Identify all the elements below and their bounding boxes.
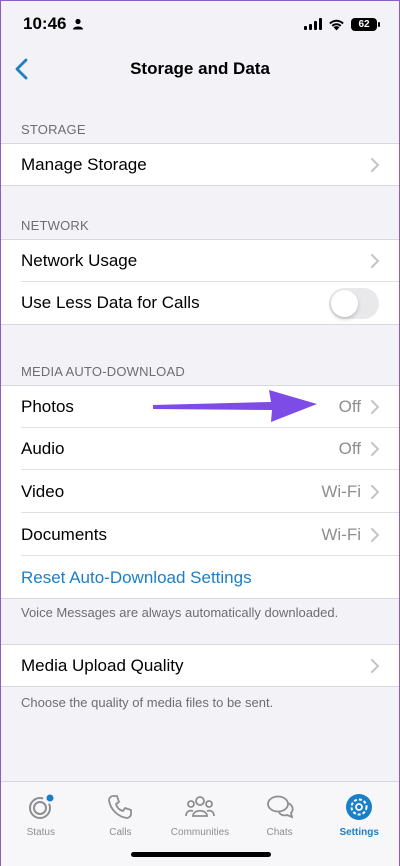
media-upload-quality-label: Media Upload Quality [21, 656, 184, 675]
reset-auto-download-button[interactable]: Reset Auto-Download Settings [1, 557, 399, 599]
audio-row[interactable]: Audio Off [1, 428, 399, 470]
chevron-right-icon [371, 659, 379, 673]
manage-storage-label: Manage Storage [21, 155, 147, 174]
photos-value: Off [338, 397, 361, 416]
use-less-data-toggle[interactable] [329, 287, 379, 319]
tab-status[interactable]: Status [2, 792, 80, 866]
network-usage-label: Network Usage [21, 251, 138, 270]
storage-group: Manage Storage [1, 143, 399, 186]
chevron-right-icon [371, 528, 379, 542]
chevron-right-icon [371, 158, 379, 172]
signal-icon [304, 18, 322, 30]
use-less-data-row: Use Less Data for Calls [1, 282, 399, 324]
network-group: Network Usage Use Less Data for Calls [1, 239, 399, 325]
upload-group: Media Upload Quality [1, 644, 399, 687]
manage-storage-row[interactable]: Manage Storage [1, 144, 399, 186]
status-bar: 10:46 62 [1, 1, 399, 47]
phone-icon [108, 795, 133, 819]
tab-status-label: Status [26, 827, 55, 838]
communities-icon [185, 796, 215, 817]
chevron-right-icon [371, 485, 379, 499]
tab-settings[interactable]: Settings [320, 792, 398, 866]
media-upload-quality-row[interactable]: Media Upload Quality [1, 645, 399, 687]
status-icon [28, 794, 54, 819]
voice-messages-footnote: Voice Messages are always automatically … [21, 605, 339, 620]
wifi-icon [329, 19, 344, 30]
status-left: 10:46 [23, 14, 84, 34]
tab-communities-label: Communities [170, 827, 230, 838]
gear-icon [346, 794, 373, 820]
chevron-right-icon [371, 400, 379, 414]
network-usage-row[interactable]: Network Usage [1, 240, 399, 282]
battery-level: 62 [358, 18, 370, 30]
chats-icon [266, 795, 294, 819]
toggle-knob [331, 289, 358, 317]
use-less-data-label: Use Less Data for Calls [21, 293, 200, 312]
tab-settings-label: Settings [339, 827, 379, 838]
network-header: NETWORK [21, 218, 89, 233]
video-label: Video [21, 482, 65, 501]
video-row[interactable]: Video Wi-Fi [1, 471, 399, 513]
person-icon [73, 18, 84, 30]
page-title: Storage and Data [130, 59, 270, 78]
annotation-arrow-icon [153, 390, 317, 422]
battery-icon: 62 [351, 17, 380, 31]
audio-label: Audio [21, 439, 65, 458]
back-chevron-icon[interactable] [13, 57, 33, 81]
status-right: 62 [304, 17, 380, 31]
documents-label: Documents [21, 525, 107, 544]
chevron-right-icon [371, 442, 379, 456]
nav-bar: Storage and Data [1, 47, 399, 91]
video-value: Wi-Fi [321, 482, 361, 501]
upload-quality-footnote: Choose the quality of media files to be … [21, 695, 274, 710]
reset-auto-download-label: Reset Auto-Download Settings [21, 568, 252, 587]
status-time: 10:46 [23, 14, 67, 33]
chevron-right-icon [371, 254, 379, 268]
home-indicator [131, 852, 271, 857]
tab-chats-label: Chats [266, 827, 293, 838]
audio-value: Off [338, 439, 361, 458]
documents-row[interactable]: Documents Wi-Fi [1, 514, 399, 556]
tab-calls-label: Calls [109, 827, 132, 838]
documents-value: Wi-Fi [321, 525, 361, 544]
media-header: MEDIA AUTO-DOWNLOAD [21, 364, 185, 379]
storage-header: STORAGE [21, 122, 86, 137]
